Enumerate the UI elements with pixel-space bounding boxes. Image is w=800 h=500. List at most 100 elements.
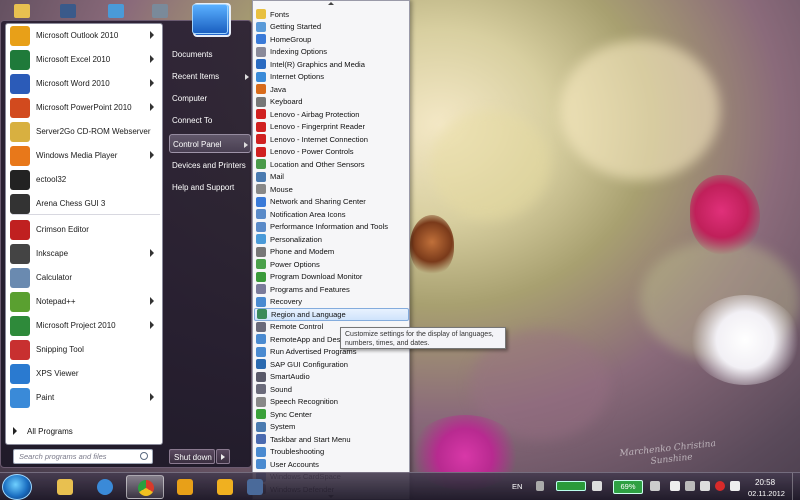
taskbar-explorer-button[interactable]	[46, 475, 84, 499]
program-item[interactable]: Windows Media Player	[8, 144, 160, 167]
network-icon[interactable]	[650, 481, 660, 491]
control-panel-item[interactable]: SAP GUI Configuration	[254, 358, 409, 371]
program-item[interactable]: ectool32	[8, 168, 160, 191]
control-panel-item[interactable]: Lenovo - Power Controls	[254, 146, 409, 159]
control-panel-item[interactable]: Lenovo - Fingerprint Reader	[254, 121, 409, 134]
wifi-icon[interactable]	[700, 481, 710, 491]
shutdown-button[interactable]: Shut down	[169, 449, 215, 464]
control-panel-item[interactable]: Troubleshooting	[254, 446, 409, 459]
control-panel-item[interactable]: Keyboard	[254, 96, 409, 109]
control-panel-item[interactable]: Personalization	[254, 233, 409, 246]
control-panel-item[interactable]: Indexing Options	[254, 46, 409, 59]
control-panel-item-icon	[256, 434, 266, 445]
control-panel-item[interactable]: HomeGroup	[254, 33, 409, 46]
flag-icon[interactable]	[670, 481, 680, 491]
control-panel-item[interactable]: User Accounts	[254, 458, 409, 471]
control-panel-item[interactable]: Lenovo - Internet Connection	[254, 133, 409, 146]
control-panel-item-label: Lenovo - Power Controls	[270, 147, 354, 157]
start-right-item[interactable]: Control Panel	[169, 134, 251, 153]
control-panel-item[interactable]: Power Options	[254, 258, 409, 271]
app-shortcut-icon[interactable]	[152, 4, 168, 18]
control-panel-item[interactable]: Mouse	[254, 183, 409, 196]
program-item[interactable]: Server2Go CD-ROM Webserver	[8, 120, 160, 143]
tray-expand-icon[interactable]	[536, 481, 544, 491]
program-item[interactable]: Microsoft Excel 2010	[8, 48, 160, 71]
control-panel-item[interactable]: Performance Information and Tools	[254, 221, 409, 234]
control-panel-item[interactable]: Programs and Features	[254, 283, 409, 296]
control-panel-item-label: Power Options	[270, 259, 320, 269]
shutdown-options-arrow-icon[interactable]	[216, 449, 230, 464]
control-panel-item-icon	[256, 34, 266, 45]
start-right-item[interactable]: Recent Items	[169, 67, 251, 86]
program-item[interactable]: Microsoft PowerPoint 2010	[8, 96, 160, 119]
program-item[interactable]: Inkscape	[8, 242, 160, 265]
control-panel-item[interactable]: Internet Options	[254, 71, 409, 84]
control-panel-item[interactable]: Lenovo - Airbag Protection	[254, 108, 409, 121]
desktop-shortcut-icon[interactable]	[60, 4, 76, 18]
control-panel-item[interactable]: Getting Started	[254, 21, 409, 34]
start-right-item[interactable]: Computer	[169, 89, 251, 108]
program-item[interactable]: Microsoft Outlook 2010	[8, 24, 160, 47]
program-item[interactable]: Arena Chess GUI 3	[8, 192, 160, 215]
program-item[interactable]: Crimson Editor	[8, 218, 160, 241]
volume-icon[interactable]	[730, 481, 740, 491]
control-panel-item[interactable]: Intel(R) Graphics and Media	[254, 58, 409, 71]
control-panel-item-label: Intel(R) Graphics and Media	[270, 59, 365, 69]
scroll-up-arrow-icon[interactable]	[253, 1, 409, 7]
control-panel-item[interactable]: Network and Sharing Center	[254, 196, 409, 209]
control-panel-item[interactable]: Speech Recognition	[254, 396, 409, 409]
control-panel-item[interactable]: Java	[254, 83, 409, 96]
search-icon[interactable]	[140, 452, 148, 460]
inkscape-icon	[10, 243, 30, 264]
control-panel-item[interactable]: Phone and Modem	[254, 246, 409, 259]
control-panel-item[interactable]: Taskbar and Start Menu	[254, 433, 409, 446]
start-right-item[interactable]: Devices and Printers	[169, 156, 251, 175]
clock-time[interactable]: 20:58	[755, 478, 775, 487]
control-panel-item[interactable]: Region and Language	[254, 308, 409, 321]
taskbar-ie-button[interactable]	[86, 475, 124, 499]
control-panel-item[interactable]: System	[254, 421, 409, 434]
control-panel-item[interactable]: Sound	[254, 383, 409, 396]
control-panel-item[interactable]: Location and Other Sensors	[254, 158, 409, 171]
control-panel-item[interactable]: Mail	[254, 171, 409, 184]
program-label: Microsoft Outlook 2010	[36, 31, 119, 40]
control-panel-item[interactable]: Program Download Monitor	[254, 271, 409, 284]
program-item[interactable]: Microsoft Word 2010	[8, 72, 160, 95]
program-item[interactable]: XPS Viewer	[8, 362, 160, 385]
ie-shortcut-icon[interactable]	[108, 4, 124, 18]
taskbar-app-button[interactable]	[236, 475, 274, 499]
signal-icon[interactable]	[592, 481, 602, 491]
start-right-item[interactable]: Documents	[169, 45, 251, 64]
taskbar-chrome-button[interactable]	[126, 475, 164, 499]
program-item[interactable]: Microsoft Project 2010	[8, 314, 160, 337]
language-indicator[interactable]: EN	[512, 482, 522, 491]
control-panel-item[interactable]: Recovery	[254, 296, 409, 309]
control-panel-item[interactable]: Notification Area Icons	[254, 208, 409, 221]
start-right-item[interactable]: Help and Support	[169, 178, 251, 197]
antivirus-icon[interactable]	[715, 481, 725, 491]
start-right-pane: Shut down Documents Recent Items Computer C…	[165, 3, 251, 469]
folder-icon[interactable]	[14, 4, 30, 18]
internet-explorer-icon	[97, 479, 113, 495]
program-item[interactable]: Paint	[8, 386, 160, 409]
battery-indicator[interactable]: 69%	[613, 480, 643, 494]
power-manager-icon[interactable]	[556, 481, 586, 491]
display-icon[interactable]	[685, 481, 695, 491]
control-panel-item[interactable]: SmartAudio	[254, 371, 409, 384]
taskbar-outlook-button[interactable]	[166, 475, 204, 499]
control-panel-item-icon	[256, 134, 266, 145]
program-item[interactable]: Calculator	[8, 266, 160, 289]
show-desktop-button[interactable]	[792, 473, 800, 500]
control-panel-item[interactable]: Sync Center	[254, 408, 409, 421]
program-item[interactable]: Snipping Tool	[8, 338, 160, 361]
search-input[interactable]: Search programs and files	[13, 449, 153, 464]
flower-bud	[410, 215, 454, 275]
control-panel-item-label: Lenovo - Internet Connection	[270, 134, 368, 144]
start-orb-icon[interactable]	[2, 474, 32, 500]
control-panel-item-icon	[256, 84, 266, 95]
program-item[interactable]: Notepad++	[8, 290, 160, 313]
start-right-item[interactable]: Connect To	[169, 111, 251, 130]
clock-date[interactable]: 02.11.2012	[748, 489, 785, 498]
all-programs-button[interactable]: All Programs	[5, 422, 159, 440]
control-panel-item[interactable]: Fonts	[254, 8, 409, 21]
